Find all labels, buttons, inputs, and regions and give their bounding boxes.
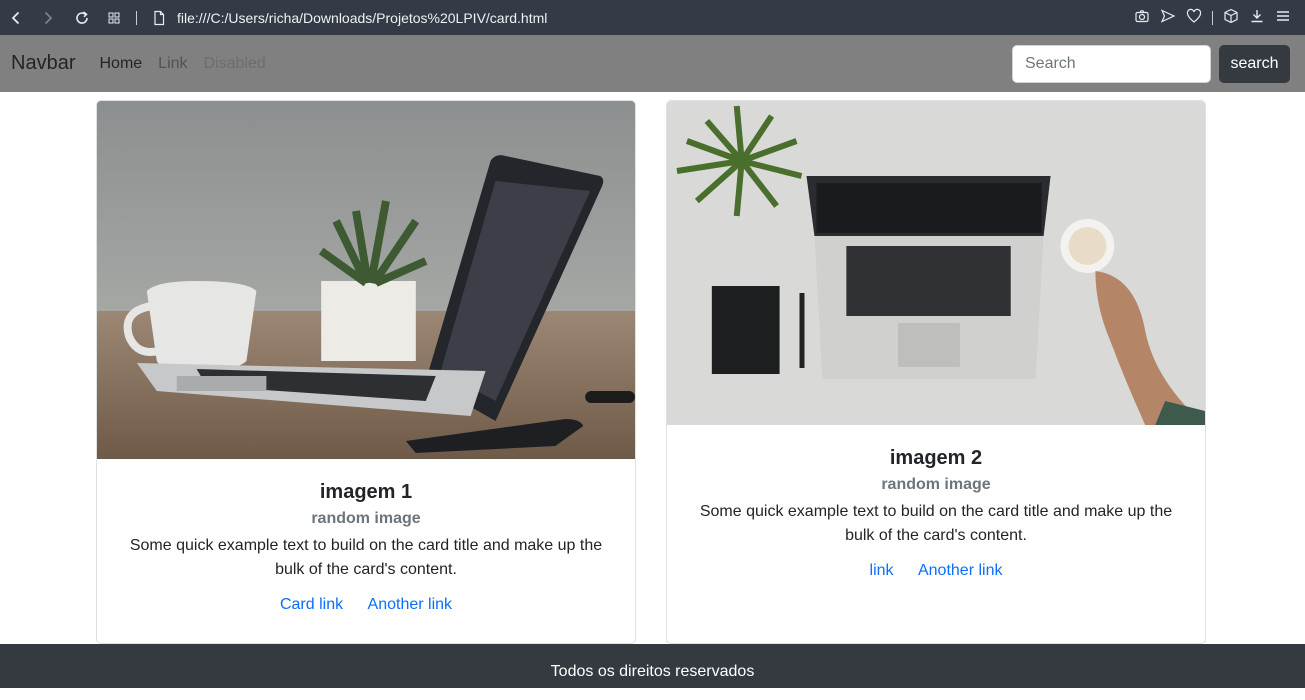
card-text: Some quick example text to build on the …	[129, 537, 603, 578]
navbar-brand[interactable]: Navbar	[11, 52, 75, 75]
card-link[interactable]: Card link	[280, 596, 343, 613]
nav-link-home[interactable]: Home	[99, 55, 142, 73]
card-1: imagem 1 random image Some quick example…	[96, 100, 636, 644]
card-image-laptop	[97, 101, 635, 459]
forward-icon[interactable]	[36, 6, 60, 30]
card-subtitle: random image	[311, 510, 421, 527]
browser-toolbar: file:///C:/Users/richa/Downloads/Projeto…	[0, 0, 1305, 35]
card-links: Card link Another link	[117, 596, 615, 614]
footer-text: Todos os direitos reservados	[550, 663, 755, 680]
cube-icon[interactable]	[1223, 8, 1239, 27]
card-body: imagem 1 random image Some quick example…	[97, 459, 635, 614]
card-2: imagem 2 random image Some quick example…	[666, 100, 1206, 644]
search-input[interactable]	[1012, 45, 1211, 83]
footer: Todos os direitos reservados	[0, 644, 1305, 688]
card-title: imagem 2	[889, 447, 983, 469]
search-button[interactable]: search	[1219, 45, 1290, 83]
file-icon	[147, 6, 171, 30]
send-icon[interactable]	[1160, 8, 1176, 27]
download-icon[interactable]	[1249, 8, 1265, 27]
another-link[interactable]: Another link	[368, 596, 453, 613]
nav-links: Home Link Disabled	[99, 55, 265, 73]
card-links: link Another link	[687, 562, 1185, 580]
camera-icon[interactable]	[1134, 8, 1150, 27]
another-link[interactable]: Another link	[918, 562, 1003, 579]
back-icon[interactable]	[4, 6, 28, 30]
menu-icon[interactable]	[1275, 8, 1291, 27]
toolbar-separator	[136, 10, 137, 25]
card-body: imagem 2 random image Some quick example…	[667, 425, 1205, 580]
grid-icon[interactable]	[102, 6, 126, 30]
card-link[interactable]: link	[870, 562, 894, 579]
navbar: Navbar Home Link Disabled search	[0, 35, 1305, 92]
toolbar-separator	[1212, 10, 1213, 25]
card-text: Some quick example text to build on the …	[699, 503, 1173, 544]
reload-icon[interactable]	[70, 6, 94, 30]
nav-link-link[interactable]: Link	[158, 55, 187, 73]
nav-link-disabled: Disabled	[203, 54, 266, 72]
search-form: search	[1012, 45, 1290, 83]
heart-icon[interactable]	[1186, 8, 1202, 27]
address-bar[interactable]: file:///C:/Users/richa/Downloads/Projeto…	[177, 10, 547, 26]
card-subtitle: random image	[881, 476, 991, 493]
card-title: imagem 1	[319, 481, 413, 503]
card-image-desk	[667, 101, 1205, 425]
